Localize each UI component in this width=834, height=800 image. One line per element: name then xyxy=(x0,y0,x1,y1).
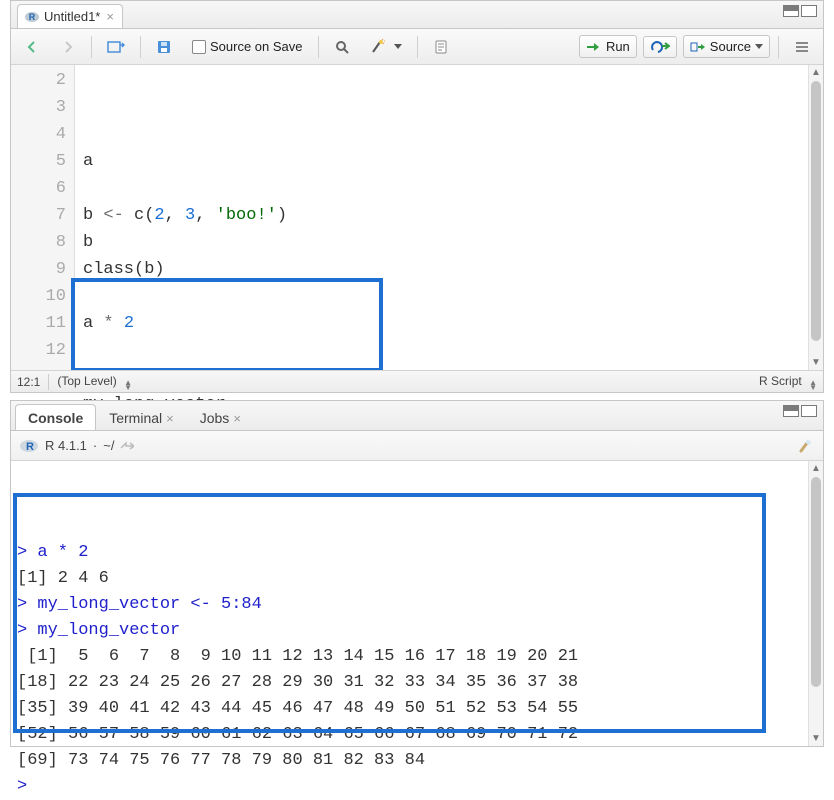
console-tabstrip: Console Terminal × Jobs × xyxy=(11,401,823,431)
console-output-line: [69] 73 74 75 76 77 78 79 80 81 82 83 84 xyxy=(17,748,802,774)
svg-text:R: R xyxy=(26,441,34,453)
source-on-save-toggle[interactable]: Source on Save xyxy=(185,35,310,58)
line-number: 9 xyxy=(11,256,66,283)
close-icon[interactable]: × xyxy=(166,411,174,426)
checkbox-icon xyxy=(192,40,206,54)
tab-jobs[interactable]: Jobs × xyxy=(187,404,254,430)
chevron-down-icon xyxy=(394,44,402,49)
cursor-position: 12:1 xyxy=(17,375,40,389)
file-tab-untitled1[interactable]: R Untitled1* × xyxy=(17,4,123,28)
line-number: 11 xyxy=(11,310,66,337)
tab-jobs-label: Jobs xyxy=(200,410,230,426)
forward-button[interactable] xyxy=(53,35,83,59)
line-number: 7 xyxy=(11,202,66,229)
console-output-line: [18] 22 23 24 25 26 27 28 29 30 31 32 33… xyxy=(17,670,802,696)
scroll-up-icon[interactable]: ▲ xyxy=(809,461,823,476)
r-logo-icon: R xyxy=(19,437,39,455)
tab-console-label: Console xyxy=(28,410,83,426)
console-output-line: [1] 2 4 6 xyxy=(17,566,802,592)
maximize-pane-button[interactable] xyxy=(801,5,817,17)
source-statusbar: 12:1 (Top Level) ▲▼ R Script ▲▼ xyxy=(11,370,823,392)
tab-console[interactable]: Console xyxy=(15,404,96,430)
line-number: 3 xyxy=(11,94,66,121)
code-line[interactable]: b xyxy=(83,229,819,256)
code-line[interactable] xyxy=(83,175,819,202)
svg-text:R: R xyxy=(29,12,36,22)
line-number: 8 xyxy=(11,229,66,256)
file-tabstrip: R Untitled1* × xyxy=(11,1,823,29)
close-icon[interactable]: × xyxy=(104,9,114,24)
code-line[interactable] xyxy=(83,337,819,364)
source-button[interactable]: Source xyxy=(683,35,770,58)
working-directory[interactable]: ~/ xyxy=(103,438,114,453)
filetype-label: R Script xyxy=(759,374,802,388)
find-replace-button[interactable] xyxy=(327,35,357,59)
scrollbar-thumb[interactable] xyxy=(811,81,821,341)
updown-icon: ▲▼ xyxy=(809,380,817,390)
code-area[interactable]: a b <- c(2, 3, 'boo!')bclass(b) a * 2 my… xyxy=(75,65,823,370)
code-tools-button[interactable] xyxy=(363,35,409,59)
r-version-label: R 4.1.1 xyxy=(45,438,87,453)
scrollbar-thumb[interactable] xyxy=(811,477,821,687)
source-pane: R Untitled1* × Source on Save xyxy=(10,0,824,393)
clear-console-button[interactable] xyxy=(797,437,815,455)
editor-scrollbar[interactable]: ▲ ▼ xyxy=(808,65,823,370)
filetype-selector[interactable]: R Script ▲▼ xyxy=(759,374,817,390)
code-line[interactable]: class(b) xyxy=(83,256,819,283)
separator-dot: · xyxy=(93,438,97,453)
code-line[interactable]: a * 2 xyxy=(83,310,819,337)
console-scrollbar[interactable]: ▲ ▼ xyxy=(808,461,823,746)
line-number: 2 xyxy=(11,67,66,94)
source-on-save-label: Source on Save xyxy=(210,39,303,54)
close-icon[interactable]: × xyxy=(233,411,241,426)
source-label: Source xyxy=(710,39,751,54)
console-input-line: > a * 2 xyxy=(17,540,802,566)
scope-selector[interactable]: (Top Level) ▲▼ xyxy=(57,374,132,390)
scope-label: (Top Level) xyxy=(57,374,116,388)
line-number-gutter: 23456789101112 xyxy=(11,65,75,370)
line-number: 4 xyxy=(11,121,66,148)
code-line[interactable] xyxy=(83,283,819,310)
back-button[interactable] xyxy=(17,35,47,59)
tab-terminal[interactable]: Terminal × xyxy=(96,404,187,430)
chevron-down-icon xyxy=(755,44,763,49)
line-number: 10 xyxy=(11,283,66,310)
scroll-down-icon[interactable]: ▼ xyxy=(809,355,823,370)
console-input-line: > my_long_vector xyxy=(17,618,802,644)
wd-popout-icon[interactable] xyxy=(120,440,134,452)
r-file-icon: R xyxy=(24,9,40,25)
console-input-line: > xyxy=(17,774,802,800)
line-number: 6 xyxy=(11,175,66,202)
minimize-pane-button[interactable] xyxy=(783,405,799,417)
code-editor[interactable]: 23456789101112 a b <- c(2, 3, 'boo!')bcl… xyxy=(11,65,823,370)
save-button[interactable] xyxy=(149,35,179,59)
show-in-new-window-button[interactable] xyxy=(100,35,132,59)
scroll-down-icon[interactable]: ▼ xyxy=(809,731,823,746)
run-button[interactable]: Run xyxy=(579,35,637,58)
console-output[interactable]: > a * 2[1] 2 4 6> my_long_vector <- 5:84… xyxy=(11,461,808,746)
rerun-button[interactable] xyxy=(643,36,677,58)
console-header: R R 4.1.1 · ~/ xyxy=(11,431,823,461)
pane-window-controls xyxy=(783,5,817,17)
source-toolbar: Source on Save Run Source xyxy=(11,29,823,65)
pane-window-controls xyxy=(783,405,817,417)
outline-button[interactable] xyxy=(787,36,817,58)
console-output-line: [35] 39 40 41 42 43 44 45 46 47 48 49 50… xyxy=(17,696,802,722)
console-output-line: [52] 56 57 58 59 60 61 62 63 64 65 66 67… xyxy=(17,722,802,748)
code-line[interactable]: b <- c(2, 3, 'boo!') xyxy=(83,202,819,229)
compile-report-button[interactable] xyxy=(426,35,456,59)
scroll-up-icon[interactable]: ▲ xyxy=(809,65,823,80)
line-number: 12 xyxy=(11,337,66,364)
tab-terminal-label: Terminal xyxy=(109,410,162,426)
file-tab-label: Untitled1* xyxy=(44,9,100,24)
line-number: 5 xyxy=(11,148,66,175)
updown-icon: ▲▼ xyxy=(124,380,132,390)
code-line[interactable]: a xyxy=(83,148,819,175)
console-input-line: > my_long_vector <- 5:84 xyxy=(17,592,802,618)
minimize-pane-button[interactable] xyxy=(783,5,799,17)
console-output-line: [1] 5 6 7 8 9 10 11 12 13 14 15 16 17 18… xyxy=(17,644,802,670)
maximize-pane-button[interactable] xyxy=(801,405,817,417)
console-pane: Console Terminal × Jobs × R R 4.1.1 · ~/… xyxy=(10,400,824,747)
run-label: Run xyxy=(606,39,630,54)
